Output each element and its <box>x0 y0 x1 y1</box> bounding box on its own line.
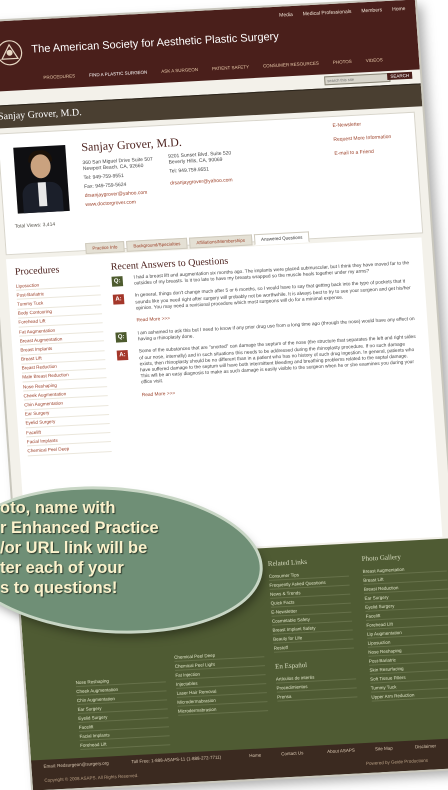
asaps-logo-icon[interactable] <box>0 38 25 67</box>
procedure-list: Liposuction Post-Bariatric Tummy Tuck Body … <box>15 277 112 456</box>
nav-photos[interactable]: PHOTOS <box>333 59 352 65</box>
callout-line: /or URL link will be <box>0 539 148 557</box>
enewsletter-link[interactable]: E-Newsletter <box>332 119 406 129</box>
profile-side-links: E-Newsletter Request More Information E-… <box>332 119 409 165</box>
website-link[interactable]: www.doctorgrover.com <box>85 198 156 208</box>
footer-list: Chemical Peel Deep Chemical Peel Light Fat… <box>173 648 269 716</box>
footer-sitemap-link[interactable]: Site Map <box>375 746 393 752</box>
email-link-2[interactable]: drsanjaygrover@yahoo.com <box>170 177 233 186</box>
footer-tollfree: Toll Free: 1-888-ASAPS-11 (1-888-272-771… <box>131 754 222 765</box>
photo-gallery-title: Photo Gallery <box>361 552 402 563</box>
footer-home-link[interactable]: Home <box>249 752 261 758</box>
footer-list: Nose Reshaping Cheek Augmentation Chin Aug… <box>75 673 171 750</box>
tab-practice-info[interactable]: Practice Info <box>85 241 125 255</box>
search-button[interactable]: SEARCH <box>387 71 413 81</box>
utility-nav: Media Medical Professionals Members Home <box>279 6 406 19</box>
nav-videos[interactable]: VIDEOS <box>366 57 383 63</box>
related-links-title: Related Links <box>267 557 308 568</box>
footer-about-link[interactable]: About ASAPS <box>327 748 355 754</box>
office-address-2: 9201 Sunset Blvd. Suite 520 Beverly Hill… <box>168 150 233 186</box>
request-info-link[interactable]: Request More Information <box>333 133 407 143</box>
callout-line: s to questions! <box>0 579 118 597</box>
footer-col-procedures-2: Chemical Peel Deep Chemical Peel Light Fat… <box>173 648 269 716</box>
site-title[interactable]: The American Society for Aesthetic Plast… <box>31 31 279 56</box>
total-views: Total Views: 3,414 <box>14 221 56 230</box>
search-input[interactable] <box>324 72 391 86</box>
footer-list: Artículos de interés Procedimientos Prensa <box>275 670 358 702</box>
nav-ask-surgeon[interactable]: ASK A SURGEON <box>161 67 198 74</box>
footer-email[interactable]: Email: Redsurgeon@surgery.org <box>43 760 109 768</box>
answer-text: Some of the substances that are "snorted… <box>138 335 416 386</box>
office1-tel: Tel: 949-759-9551 <box>83 172 124 182</box>
profile-card: Total Views: 3,414 Sanjay Grover, M.D. 3… <box>0 111 424 256</box>
footer-col-gallery: Photo Gallery Breast Augmentation Breast … <box>361 551 448 702</box>
doctor-photo <box>13 145 70 214</box>
nav-patient-safety[interactable]: PATIENT SAFETY <box>212 64 249 71</box>
question-badge: Q: <box>111 276 124 287</box>
sidebar-title: Procedures <box>14 264 60 278</box>
copyright: Copyright © 2008 ASAPS. All Rights Reser… <box>44 772 139 783</box>
nav-consumer-resources[interactable]: CONSUMER RESOURCES <box>263 61 319 69</box>
procedures-sidebar: Procedures Liposuction Post-Bariatric Tumm… <box>14 262 112 456</box>
photo-shirt <box>37 182 48 207</box>
footer-disclaimer-link[interactable]: Disclaimer <box>415 743 436 749</box>
members-link[interactable]: Members <box>361 7 382 14</box>
media-link[interactable]: Media <box>279 12 293 19</box>
promo-callout-text: oto, name with r Enhanced Practice /or U… <box>0 498 250 598</box>
footer-list: Consumer Tips Frequently Asked Questions N… <box>268 567 355 653</box>
callout-line: oto, name with <box>0 499 116 517</box>
callout-line: ter each of your <box>0 559 124 577</box>
home-link[interactable]: Home <box>392 6 406 13</box>
footer-col-procedures: Nose Reshaping Cheek Augmentation Chin Aug… <box>75 673 171 750</box>
email-link[interactable]: drsanjaygrover@yahoo.com <box>85 189 156 199</box>
espanol-title: En Español <box>274 660 308 671</box>
answers-section: Recent Answers to Questions Q: I had a b… <box>110 246 420 407</box>
medical-professionals-link[interactable]: Medical Professionals <box>303 9 352 18</box>
page-title: Sanjay Grover, M.D. <box>0 107 83 123</box>
profile-page: Media Medical Professionals Members Home… <box>0 0 448 790</box>
answer-badge: A: <box>112 294 125 306</box>
question-badge: Q: <box>115 332 128 343</box>
office-address-1: 360 San Miguel Drive Suite 507 Newport B… <box>82 156 156 208</box>
nav-find-surgeon[interactable]: FIND A PLASTIC SURGEON <box>89 70 148 78</box>
email-friend-link[interactable]: E-mail to a Friend <box>334 147 408 157</box>
answer-badge: A: <box>116 350 129 361</box>
callout-line: r Enhanced Practice <box>0 519 159 537</box>
footer-contact-link[interactable]: Contact Us <box>281 750 304 756</box>
nav-procedures[interactable]: PROCEDURES <box>43 73 75 80</box>
footer-list: Breast Augmentation Breast Lift Breast Red… <box>362 562 448 702</box>
doctor-name: Sanjay Grover, M.D. <box>80 134 183 155</box>
powered-by: Powered by Geide Productions <box>365 757 429 767</box>
office2-tel: Tel: 949.759.9551 <box>169 166 210 175</box>
footer-col-related: Related Links Consumer Tips Frequently As… <box>268 556 358 702</box>
office1-fax: Fax: 949-759-5624 <box>83 181 127 191</box>
